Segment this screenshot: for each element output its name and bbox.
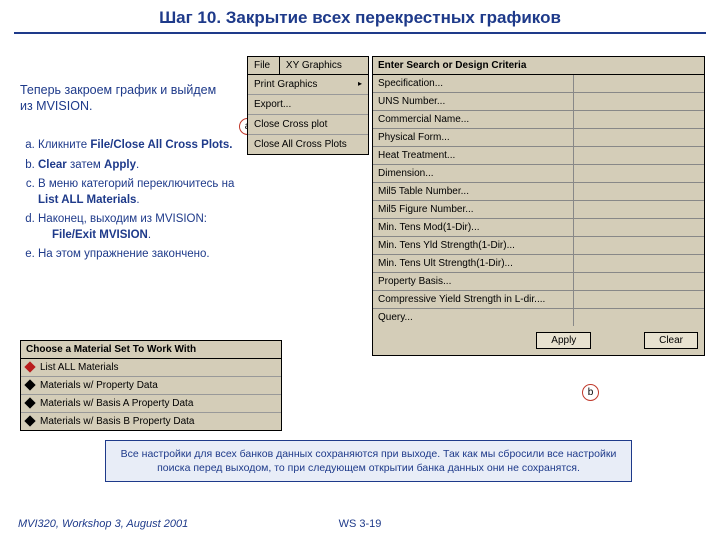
menu-item-export[interactable]: Export...	[248, 95, 368, 115]
criteria-label: Min. Tens Mod(1-Dir)...	[373, 219, 574, 236]
submenu-arrow-icon: ▸	[358, 79, 362, 88]
criteria-row[interactable]: Specification...	[373, 75, 704, 93]
criteria-row[interactable]: Min. Tens Ult Strength(1-Dir)...	[373, 255, 704, 273]
criteria-value[interactable]	[574, 273, 704, 290]
menu-xy-label[interactable]: XY Graphics	[279, 57, 348, 74]
criteria-row[interactable]: Mil5 Figure Number...	[373, 201, 704, 219]
material-set-row[interactable]: List ALL Materials	[21, 359, 281, 377]
menu-item-close-cross[interactable]: Close Cross plot	[248, 115, 368, 135]
criteria-row[interactable]: Min. Tens Mod(1-Dir)...	[373, 219, 704, 237]
diamond-icon	[24, 416, 35, 427]
material-set-panel: Choose a Material Set To Work With List …	[20, 340, 282, 431]
material-set-label: List ALL Materials	[40, 362, 119, 373]
step-b: Clear затем Apply.	[38, 158, 253, 174]
criteria-row[interactable]: Commercial Name...	[373, 111, 704, 129]
criteria-value[interactable]	[574, 165, 704, 182]
criteria-label: Mil5 Figure Number...	[373, 201, 574, 218]
material-set-header: Choose a Material Set To Work With	[21, 341, 281, 359]
criteria-label: Min. Tens Ult Strength(1-Dir)...	[373, 255, 574, 272]
criteria-value[interactable]	[574, 219, 704, 236]
title-rule	[14, 32, 706, 34]
criteria-label: Property Basis...	[373, 273, 574, 290]
criteria-label: Mil5 Table Number...	[373, 183, 574, 200]
step-c: В меню категорий переключитесь на List A…	[38, 177, 253, 208]
criteria-header: Enter Search or Design Criteria	[373, 57, 704, 75]
diamond-icon	[24, 380, 35, 391]
criteria-value[interactable]	[574, 147, 704, 164]
intro-text: Теперь закроем график и выйдем из MVISIO…	[0, 42, 225, 123]
criteria-label: Dimension...	[373, 165, 574, 182]
criteria-row[interactable]: Compressive Yield Strength in L-dir....	[373, 291, 704, 309]
criteria-row[interactable]: Min. Tens Yld Strength(1-Dir)...	[373, 237, 704, 255]
menu-item-close-all-cross[interactable]: Close All Cross Plots	[248, 135, 368, 154]
criteria-row[interactable]: Heat Treatment...	[373, 147, 704, 165]
criteria-label: Physical Form...	[373, 129, 574, 146]
slide-title: Шаг 10. Закрытие всех перекрестных графи…	[0, 0, 720, 32]
criteria-panel: Enter Search or Design Criteria Specific…	[372, 56, 705, 356]
criteria-value[interactable]	[574, 237, 704, 254]
material-set-label: Materials w/ Basis B Property Data	[40, 416, 195, 427]
criteria-value[interactable]	[574, 255, 704, 272]
criteria-value[interactable]	[574, 309, 704, 326]
material-set-label: Materials w/ Property Data	[40, 380, 158, 391]
material-set-row[interactable]: Materials w/ Basis A Property Data	[21, 395, 281, 413]
step-d: Наконец, выходим из MVISION:File/Exit MV…	[38, 212, 253, 243]
criteria-row[interactable]: Property Basis...	[373, 273, 704, 291]
material-set-label: Materials w/ Basis A Property Data	[40, 398, 193, 409]
criteria-row[interactable]: UNS Number...	[373, 93, 704, 111]
criteria-label: Compressive Yield Strength in L-dir....	[373, 291, 574, 308]
criteria-value[interactable]	[574, 111, 704, 128]
criteria-label: Query...	[373, 309, 574, 326]
criteria-value[interactable]	[574, 201, 704, 218]
criteria-value[interactable]	[574, 291, 704, 308]
clear-button[interactable]: Clear	[644, 332, 698, 349]
criteria-row[interactable]: Dimension...	[373, 165, 704, 183]
criteria-value[interactable]	[574, 93, 704, 110]
criteria-value[interactable]	[574, 183, 704, 200]
criteria-row[interactable]: Query...	[373, 309, 704, 326]
instruction-list: Кликните File/Close All Cross Plots. Cle…	[0, 134, 253, 263]
footnote-box: Все настройки для всех банков данных сох…	[105, 440, 632, 482]
step-a: Кликните File/Close All Cross Plots.	[38, 138, 253, 154]
criteria-label: Specification...	[373, 75, 574, 92]
criteria-label: UNS Number...	[373, 93, 574, 110]
material-set-row[interactable]: Materials w/ Basis B Property Data	[21, 413, 281, 430]
criteria-label: Heat Treatment...	[373, 147, 574, 164]
apply-button[interactable]: Apply	[536, 332, 591, 349]
diamond-icon	[24, 398, 35, 409]
step-e: На этом упражнение закончено.	[38, 247, 253, 263]
callout-b: b	[582, 384, 599, 401]
criteria-label: Commercial Name...	[373, 111, 574, 128]
criteria-label: Min. Tens Yld Strength(1-Dir)...	[373, 237, 574, 254]
diamond-icon	[24, 362, 35, 373]
criteria-value[interactable]	[574, 75, 704, 92]
menu-file-label[interactable]: File	[248, 57, 276, 74]
file-menu: File XY Graphics Print Graphics▸ Export.…	[247, 56, 369, 155]
criteria-row[interactable]: Physical Form...	[373, 129, 704, 147]
criteria-value[interactable]	[574, 129, 704, 146]
material-set-row[interactable]: Materials w/ Property Data	[21, 377, 281, 395]
menu-item-print[interactable]: Print Graphics▸	[248, 75, 368, 95]
criteria-row[interactable]: Mil5 Table Number...	[373, 183, 704, 201]
footer-center: WS 3-19	[0, 518, 720, 530]
